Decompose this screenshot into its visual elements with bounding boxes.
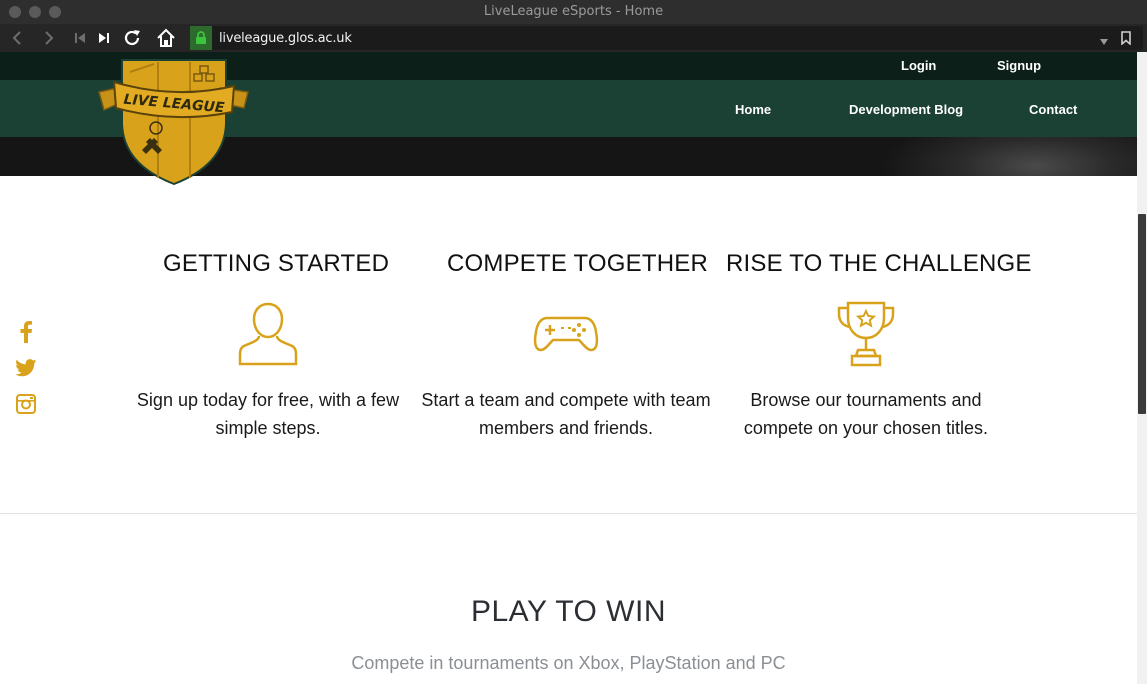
live-league-logo[interactable]: LIVE LEAGUE (96, 52, 251, 188)
nav-contact[interactable]: Contact (1029, 102, 1077, 117)
login-link[interactable]: Login (901, 58, 936, 73)
home-icon (157, 28, 175, 47)
feature-title-getting-started: GETTING STARTED (163, 250, 390, 277)
reload-button[interactable] (121, 27, 143, 49)
section-divider (0, 513, 1137, 514)
nav-development-blog[interactable]: Development Blog (849, 102, 963, 117)
bookmark-icon[interactable] (1121, 31, 1131, 50)
feature-title-rise-to-the-challenge: RISE TO THE CHALLENGE (726, 250, 1032, 277)
back-button[interactable] (6, 27, 28, 49)
feature-desc-getting-started: Sign up today for free, with a few simpl… (136, 390, 400, 438)
feature-desc-rise-to-the-challenge: Browse our tournaments and compete on yo… (743, 390, 989, 438)
skip-back-icon (75, 33, 85, 43)
reload-icon (124, 30, 140, 46)
nav-home[interactable]: Home (735, 102, 771, 117)
skip-forward-icon (99, 33, 109, 43)
forward-button[interactable] (38, 27, 60, 49)
scrollbar-thumb[interactable] (1138, 214, 1146, 414)
skip-back-button[interactable] (69, 27, 91, 49)
window-titlebar: LiveLeague eSports - Home (0, 0, 1147, 24)
window-title: LiveLeague eSports - Home (483, 4, 664, 19)
user-icon (238, 300, 298, 373)
section-subtitle: Compete in tournaments on Xbox, PlayStat… (351, 653, 786, 673)
feature-title-compete-together: COMPETE TOGETHER (447, 250, 709, 277)
instagram-icon[interactable] (14, 392, 38, 416)
feature-desc-compete-together: Start a team and compete with team membe… (421, 390, 711, 438)
arrow-left-icon (12, 31, 21, 45)
trophy-icon (836, 300, 896, 373)
arrow-right-icon (45, 31, 54, 45)
gamepad-icon (533, 316, 599, 357)
browser-toolbar: liveleague.glos.ac.uk (0, 24, 1147, 52)
page-scrollbar[interactable] (1137, 52, 1147, 684)
facebook-icon[interactable] (14, 320, 38, 344)
home-button[interactable] (155, 27, 177, 49)
page-content: Login Signup Home Development Blog Conta… (0, 52, 1137, 684)
address-bar[interactable]: liveleague.glos.ac.uk (190, 26, 1143, 50)
twitter-icon[interactable] (14, 356, 38, 380)
lock-icon (190, 26, 212, 50)
signup-link[interactable]: Signup (997, 58, 1041, 73)
url-text: liveleague.glos.ac.uk (219, 31, 352, 46)
section-title: PLAY TO WIN (470, 595, 666, 628)
chevron-down-icon[interactable] (1099, 33, 1109, 51)
skip-forward-button[interactable] (93, 27, 115, 49)
